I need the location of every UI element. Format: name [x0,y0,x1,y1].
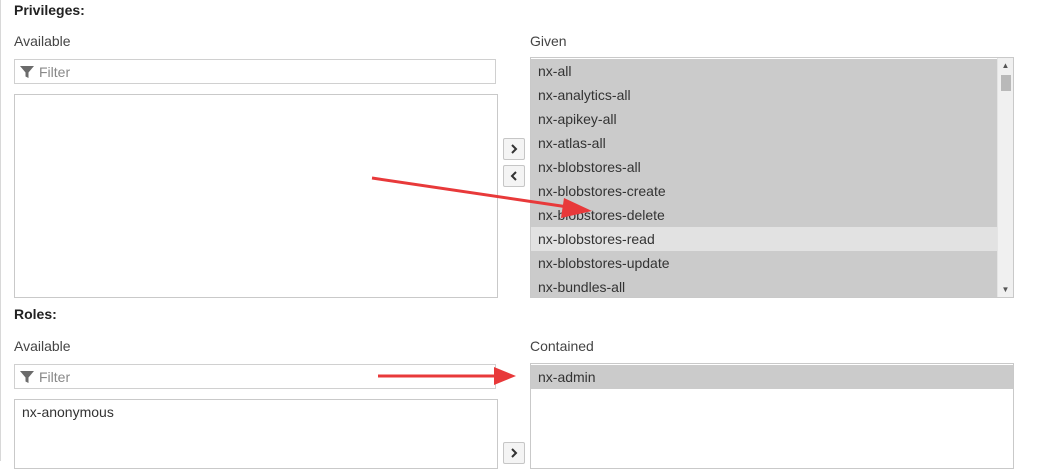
privileges-available-label: Available [14,33,71,49]
roles-contained-list[interactable]: nx-admin [530,363,1014,469]
roles-available-list[interactable]: nx-anonymous [14,399,498,469]
privileges-filter-field[interactable] [14,59,496,84]
filter-icon [20,66,34,78]
roles-filter-input[interactable] [39,365,479,388]
list-item[interactable]: nx-anonymous [15,400,497,424]
privileges-move-left-button[interactable] [503,165,525,187]
filter-icon [20,371,34,383]
list-item[interactable]: nx-blobstores-update [531,251,997,275]
chevron-right-icon [511,144,518,154]
privileges-given-label: Given [530,33,567,49]
list-item[interactable]: nx-apikey-all [531,107,997,131]
privileges-filter-input[interactable] [39,60,479,83]
list-item[interactable]: nx-blobstores-all [531,155,997,179]
scroll-up-icon[interactable]: ▲ [998,58,1013,73]
list-item[interactable]: nx-blobstores-read [531,227,997,251]
chevron-right-icon [511,448,518,458]
left-border [0,0,1,461]
given-scrollbar[interactable]: ▲ ▼ [997,58,1013,297]
list-item[interactable]: nx-all [531,59,997,83]
roles-contained-label: Contained [530,338,594,354]
list-item[interactable]: nx-atlas-all [531,131,997,155]
roles-available-label: Available [14,338,71,354]
privileges-available-list[interactable] [14,94,498,298]
roles-heading: Roles: [14,306,57,322]
list-item[interactable]: nx-blobstores-delete [531,203,997,227]
privileges-heading: Privileges: [14,2,85,18]
list-item[interactable]: nx-blobstores-create [531,179,997,203]
privileges-given-list[interactable]: nx-all nx-analytics-all nx-apikey-all nx… [530,57,1014,298]
privileges-move-right-button[interactable] [503,138,525,160]
list-item[interactable]: nx-analytics-all [531,83,997,107]
list-item[interactable]: nx-admin [531,365,1013,389]
chevron-left-icon [510,171,517,181]
list-item[interactable]: nx-bundles-all [531,275,997,297]
roles-filter-field[interactable] [14,364,496,389]
scrollbar-thumb[interactable] [1001,75,1011,91]
scroll-down-icon[interactable]: ▼ [998,282,1013,297]
